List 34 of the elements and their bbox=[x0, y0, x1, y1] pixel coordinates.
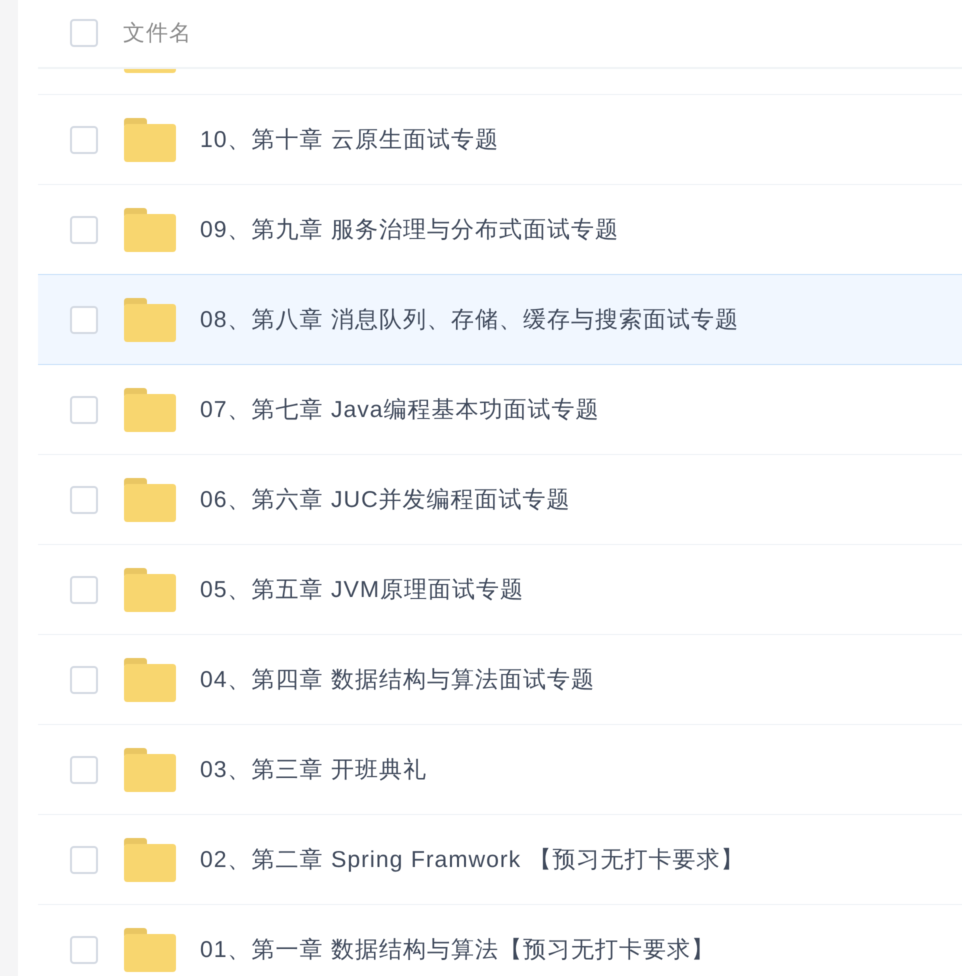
file-name[interactable]: 10、第十章 云原生面试专题 bbox=[200, 124, 499, 155]
folder-icon bbox=[124, 568, 176, 612]
folder-icon bbox=[124, 388, 176, 432]
folder-icon bbox=[124, 69, 176, 73]
checkbox[interactable] bbox=[70, 396, 98, 424]
folder-icon bbox=[124, 118, 176, 162]
checkbox[interactable] bbox=[70, 216, 98, 244]
file-name[interactable]: 09、第九章 服务治理与分布式面试专题 bbox=[200, 214, 619, 245]
checkbox[interactable] bbox=[70, 18, 98, 46]
file-name[interactable]: 05、第五章 JVM原理面试专题 bbox=[200, 574, 524, 605]
checkbox[interactable] bbox=[70, 126, 98, 154]
file-name[interactable]: 04、第四章 数据结构与算法面试专题 bbox=[200, 664, 595, 695]
file-name[interactable]: 03、第三章 开班典礼 bbox=[200, 754, 427, 785]
checkbox[interactable] bbox=[70, 756, 98, 784]
file-name[interactable]: 01、第一章 数据结构与算法【预习无打卡要求】 bbox=[200, 934, 715, 965]
folder-icon bbox=[124, 298, 176, 342]
checkbox[interactable] bbox=[70, 306, 98, 334]
folder-icon bbox=[124, 658, 176, 702]
file-row[interactable]: 08、第八章 消息队列、存储、缓存与搜索面试专题 bbox=[38, 275, 962, 365]
folder-icon bbox=[124, 748, 176, 792]
file-name[interactable]: 08、第八章 消息队列、存储、缓存与搜索面试专题 bbox=[200, 304, 739, 335]
checkbox[interactable] bbox=[70, 846, 98, 874]
column-header: 文件名 bbox=[123, 18, 192, 46]
checkbox[interactable] bbox=[70, 936, 98, 964]
file-name[interactable]: 06、第六章 JUC并发编程面试专题 bbox=[200, 484, 571, 515]
file-name[interactable]: 02、第二章 Spring Framwork 【预习无打卡要求】 bbox=[200, 844, 744, 875]
folder-icon bbox=[124, 928, 176, 972]
checkbox[interactable] bbox=[70, 666, 98, 694]
checkbox[interactable] bbox=[70, 576, 98, 604]
folder-icon bbox=[124, 838, 176, 882]
folder-icon bbox=[124, 208, 176, 252]
file-name[interactable]: 07、第七章 Java编程基本功面试专题 bbox=[200, 394, 600, 425]
folder-icon bbox=[124, 478, 176, 522]
checkbox[interactable] bbox=[70, 486, 98, 514]
